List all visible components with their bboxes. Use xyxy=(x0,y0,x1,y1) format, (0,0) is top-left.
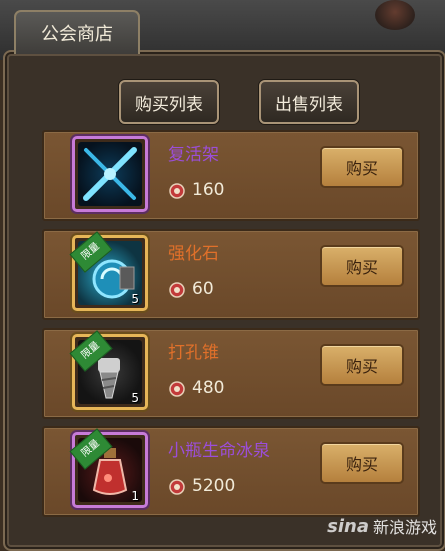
item-slot[interactable]: 限量 5 xyxy=(69,330,148,410)
crossed-swords-icon xyxy=(78,142,142,206)
item-slot[interactable]: 限量 1 xyxy=(69,428,148,508)
buy-label: 购买 xyxy=(345,159,378,178)
item-name: 复活架 xyxy=(168,145,219,165)
sina-watermark: sina 新浪游戏 xyxy=(327,514,437,538)
item-quantity: 1 xyxy=(131,489,139,503)
item-price: 480 xyxy=(192,378,225,398)
item-slot[interactable] xyxy=(72,136,148,212)
buy-button[interactable]: 购买 xyxy=(320,146,404,188)
item-price: 5200 xyxy=(192,476,236,496)
guild-coin-icon xyxy=(169,183,185,199)
shop-item-row: 复活架 160 购买 xyxy=(42,130,420,221)
buy-button[interactable]: 购买 xyxy=(320,344,404,386)
shop-item-row: 限量 1 小瓶生命冰泉 5200 购买 xyxy=(42,426,420,517)
item-name: 小瓶生命冰泉 xyxy=(168,441,270,461)
buy-label: 购买 xyxy=(345,357,378,376)
guild-coin-icon xyxy=(169,479,185,495)
buy-list-button[interactable]: 购买列表 xyxy=(119,80,219,124)
shop-item-row: 限量 5 打孔锥 480 购买 xyxy=(42,328,420,419)
guild-coin-icon xyxy=(169,381,185,397)
item-name: 强化石 xyxy=(168,244,219,264)
background-character xyxy=(375,0,415,30)
buy-button[interactable]: 购买 xyxy=(320,245,404,287)
buy-list-label: 购买列表 xyxy=(135,94,203,115)
item-quantity: 5 xyxy=(131,391,139,405)
tab-label: 公会商店 xyxy=(41,24,113,45)
sina-logo: sina xyxy=(327,515,369,537)
buy-label: 购买 xyxy=(345,258,378,277)
tab-guild-shop[interactable]: 公会商店 xyxy=(14,10,140,54)
buy-button[interactable]: 购买 xyxy=(320,442,404,484)
item-price: 60 xyxy=(192,279,214,299)
shop-item-row: 限量 5 强化石 60 购买 xyxy=(42,229,420,320)
sell-list-button[interactable]: 出售列表 xyxy=(259,80,359,124)
sell-list-label: 出售列表 xyxy=(275,94,343,115)
item-quantity: 5 xyxy=(131,292,139,306)
buy-label: 购买 xyxy=(345,455,378,474)
item-name: 打孔锥 xyxy=(168,343,219,363)
watermark-text: 新浪游戏 xyxy=(372,518,437,537)
item-slot[interactable]: 限量 5 xyxy=(69,231,148,311)
guild-coin-icon xyxy=(169,282,185,298)
item-price: 160 xyxy=(192,180,225,200)
